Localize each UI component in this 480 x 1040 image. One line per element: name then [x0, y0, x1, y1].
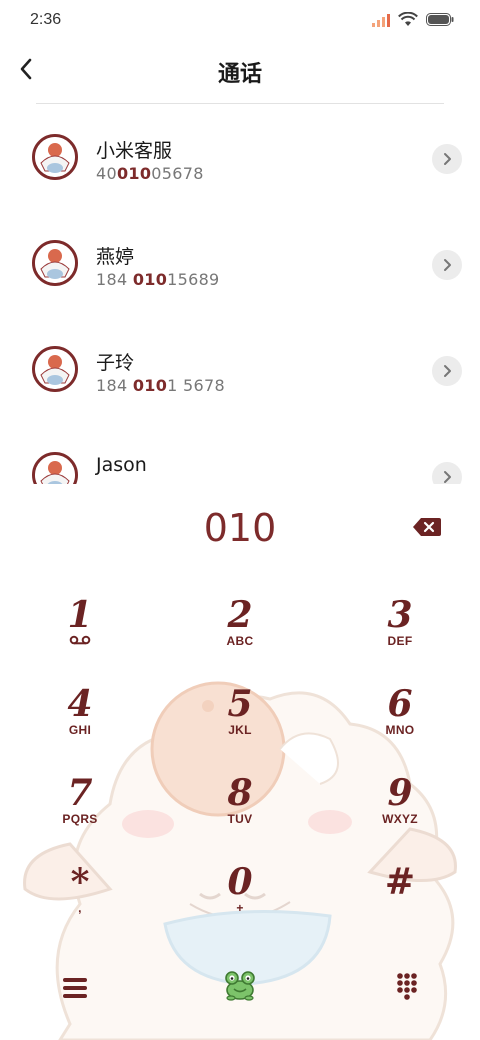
- number-suffix: 1 5678: [167, 376, 225, 395]
- key-digit: 2: [227, 594, 253, 636]
- contact-row[interactable]: Jason: [0, 422, 480, 484]
- contact-detail-button[interactable]: [432, 250, 462, 280]
- key-digit: 1: [67, 594, 93, 636]
- call-button[interactable]: [220, 964, 260, 1004]
- key-digit: 0: [227, 861, 253, 903]
- keypad-grid-icon: [397, 973, 417, 1000]
- avatar: [32, 240, 78, 286]
- page-title: 通话: [217, 62, 262, 87]
- contact-row[interactable]: 小米客服 4001005678: [0, 104, 480, 210]
- wifi-icon: [398, 12, 418, 26]
- number-prefix: 40: [96, 164, 117, 183]
- avatar: [32, 134, 78, 180]
- key-digit: #: [384, 861, 416, 903]
- number-prefix: 184: [96, 376, 133, 395]
- contact-list: 小米客服 4001005678 燕婷 184 01015689 子玲 184 0…: [0, 104, 480, 484]
- number-suffix: 15689: [167, 270, 220, 289]
- key-letters: GHI: [68, 723, 92, 737]
- contact-name: 燕婷: [96, 246, 135, 268]
- status-icons: [372, 12, 454, 27]
- key-letters: WXYZ: [382, 812, 418, 826]
- key-letters: ABC: [226, 634, 254, 648]
- key-letters: PQRS: [62, 812, 98, 826]
- key-8[interactable]: 8 TUV: [190, 774, 290, 844]
- contact-name: 子玲: [96, 352, 135, 374]
- backspace-icon: [413, 518, 441, 536]
- key-digit: 9: [387, 772, 413, 814]
- avatar: [32, 452, 78, 484]
- number-match: 010: [116, 164, 152, 183]
- contact-row[interactable]: 子玲 184 0101 5678: [0, 316, 480, 422]
- key-digit: 8: [227, 772, 253, 814]
- key-0[interactable]: 0 +: [190, 863, 290, 933]
- chevron-right-icon: [444, 259, 451, 271]
- contact-number: 184 01015689: [96, 270, 220, 289]
- key-letters: +: [236, 901, 244, 915]
- key-4[interactable]: 4 GHI: [30, 685, 130, 755]
- signal-icon: [372, 13, 390, 27]
- key-letters: DEF: [387, 634, 413, 648]
- number-suffix: 05678: [151, 164, 204, 183]
- key-9[interactable]: 9 WXYZ: [350, 774, 450, 844]
- voicemail-icon: [69, 635, 91, 645]
- menu-icon-line: [63, 986, 87, 990]
- menu-icon-line: [63, 994, 87, 998]
- key-digit: 6: [387, 683, 413, 725]
- keypad-toggle-button[interactable]: [396, 972, 418, 1000]
- key-digit: 4: [67, 683, 93, 725]
- avatar: [32, 346, 78, 392]
- contact-number: 184 0101 5678: [96, 376, 225, 395]
- key-6[interactable]: 6 MNO: [350, 685, 450, 755]
- chevron-right-icon: [444, 471, 451, 483]
- header: 通话: [0, 40, 480, 104]
- contact-detail-button[interactable]: [432, 144, 462, 174]
- key-digit: 5: [227, 683, 253, 725]
- key-letters: MNO: [385, 723, 415, 737]
- key-3[interactable]: 3 DEF: [350, 596, 450, 666]
- key-digit: 3: [387, 594, 413, 636]
- contact-name: Jason: [96, 454, 147, 476]
- battery-icon: [426, 13, 454, 26]
- contact-name: 小米客服: [96, 140, 173, 162]
- key-star[interactable]: * ,: [30, 863, 130, 933]
- key-1[interactable]: 1: [30, 596, 130, 666]
- key-letters: ,: [78, 901, 82, 915]
- backspace-button[interactable]: [412, 516, 442, 538]
- status-time: 2:36: [30, 11, 62, 28]
- frog-call-icon: [225, 971, 255, 1001]
- dialer-bottom-bar: [0, 962, 480, 1022]
- menu-button[interactable]: [60, 974, 90, 1002]
- dialed-number-display: 010: [203, 506, 277, 550]
- number-match: 010: [132, 376, 168, 395]
- dialer-panel: 010 1 2 ABC 3 DEF 4 GHI 5 JKL 6 MNO 7 PQ…: [0, 484, 480, 1040]
- key-letters: TUV: [227, 812, 253, 826]
- key-digit: *: [70, 861, 90, 903]
- sheep-wallpaper-illustration: [23, 681, 457, 1040]
- contact-detail-button[interactable]: [432, 356, 462, 386]
- key-2[interactable]: 2 ABC: [190, 596, 290, 666]
- chevron-right-icon: [444, 365, 451, 377]
- contact-row[interactable]: 燕婷 184 01015689: [0, 210, 480, 316]
- status-bar: 2:36: [0, 0, 480, 40]
- key-hash[interactable]: #: [350, 863, 450, 933]
- contact-detail-button[interactable]: [432, 462, 462, 484]
- contact-number: 4001005678: [96, 164, 204, 183]
- number-prefix: 184: [96, 270, 133, 289]
- number-match: 010: [132, 270, 168, 289]
- key-5[interactable]: 5 JKL: [190, 685, 290, 755]
- menu-icon-line: [63, 978, 87, 982]
- key-letters: JKL: [228, 723, 252, 737]
- chevron-right-icon: [444, 153, 451, 165]
- key-7[interactable]: 7 PQRS: [30, 774, 130, 844]
- key-digit: 7: [67, 772, 93, 814]
